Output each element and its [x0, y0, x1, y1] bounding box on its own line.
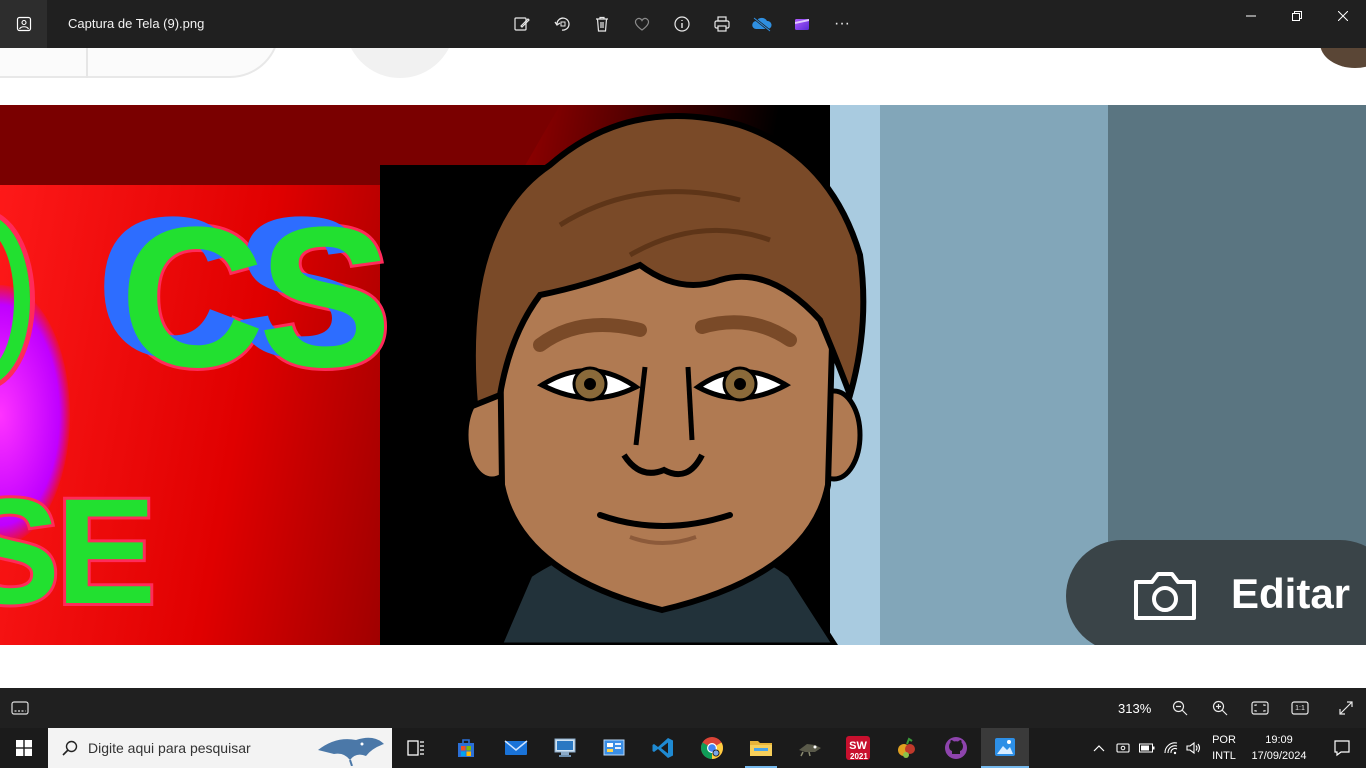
task-view-icon[interactable]	[392, 728, 440, 768]
solidworks-icon[interactable]: SW 2021	[834, 728, 882, 768]
camera-icon	[1132, 570, 1198, 627]
start-button[interactable]	[0, 728, 48, 768]
image-canvas[interactable]: CS SE Editar	[0, 48, 1366, 688]
remote-desktop-icon[interactable]	[541, 728, 589, 768]
onedrive-cloud-icon[interactable]	[742, 4, 782, 44]
search-icon	[60, 738, 80, 758]
system-clock[interactable]: 19:09 17/09/2024	[1244, 732, 1314, 764]
show-hidden-icons-chevron-icon[interactable]	[1088, 728, 1110, 768]
page-fragment-divider	[86, 48, 88, 78]
taskbar-search-box[interactable]: Digite aqui para pesquisar	[48, 728, 392, 768]
banner-se-text: SE	[0, 464, 159, 638]
profile-cover-banner: CS SE Editar	[0, 105, 1366, 645]
vscode-icon[interactable]	[639, 728, 687, 768]
window-controls	[1228, 0, 1366, 32]
game-app-icon[interactable]	[786, 728, 834, 768]
fit-to-window-icon[interactable]	[1248, 696, 1272, 720]
page-fragment-circle	[345, 48, 455, 78]
page-fragment-shape	[0, 48, 280, 78]
language-code: POR	[1212, 734, 1236, 746]
minimize-button[interactable]	[1228, 0, 1274, 32]
search-placeholder: Digite aqui para pesquisar	[88, 740, 251, 756]
chrome-icon[interactable]	[688, 728, 736, 768]
volume-icon[interactable]	[1183, 728, 1205, 768]
windows-taskbar: Digite aqui para pesquisar SW 2021 POR I…	[0, 728, 1366, 768]
bitmoji-avatar-illustration	[463, 113, 867, 645]
svg-text:SW: SW	[849, 740, 867, 752]
zoom-level: 313%	[1118, 701, 1152, 716]
page-fragment-avatar	[1320, 48, 1366, 68]
zoom-in-icon[interactable]	[1208, 696, 1232, 720]
window-title: Captura de Tela (9).png	[68, 16, 205, 31]
fruit-app-icon[interactable]	[883, 728, 931, 768]
solidworks-version-label: 2021	[850, 752, 868, 761]
fullscreen-icon[interactable]	[1334, 696, 1358, 720]
photos-app-icon[interactable]	[0, 0, 47, 48]
clock-date: 17/09/2024	[1251, 750, 1307, 762]
meet-now-icon[interactable]	[1112, 728, 1134, 768]
edit-cover-label: Editar	[1231, 570, 1351, 617]
clipchamp-video-icon[interactable]	[782, 4, 822, 44]
title-bar: Captura de Tela (9).png ···	[0, 0, 1366, 48]
wifi-icon[interactable]	[1160, 728, 1182, 768]
battery-icon[interactable]	[1136, 728, 1158, 768]
delete-icon[interactable]	[582, 4, 622, 44]
more-options-icon[interactable]: ···	[822, 4, 862, 44]
actual-size-label: 1:1	[1295, 704, 1305, 712]
file-explorer-icon[interactable]	[737, 728, 785, 768]
keyboard-layout: INTL	[1212, 750, 1236, 762]
github-desktop-icon[interactable]	[932, 728, 980, 768]
rotate-icon[interactable]	[542, 4, 582, 44]
microsoft-store-icon[interactable]	[442, 728, 490, 768]
info-icon[interactable]	[662, 4, 702, 44]
zoom-out-icon[interactable]	[1168, 696, 1192, 720]
banner-cs-text: CS	[117, 183, 395, 412]
control-panel-icon[interactable]	[590, 728, 638, 768]
notification-center-icon[interactable]	[1318, 728, 1366, 768]
windows-logo-icon	[16, 740, 32, 756]
edit-image-icon[interactable]	[502, 4, 542, 44]
close-button[interactable]	[1320, 0, 1366, 32]
viewer-toolbar: ···	[502, 4, 862, 44]
mail-icon[interactable]	[492, 728, 540, 768]
viewer-status-bar: 313% 1:1	[0, 688, 1366, 728]
search-highlight-art	[318, 737, 384, 766]
actual-size-icon[interactable]: 1:1	[1288, 696, 1312, 720]
input-language-indicator[interactable]: POR INTL	[1206, 732, 1242, 764]
filmstrip-toggle-icon[interactable]	[8, 698, 32, 718]
clock-time: 19:09	[1265, 734, 1293, 746]
photos-taskbar-icon[interactable]	[981, 728, 1029, 768]
favorite-heart-icon[interactable]	[622, 4, 662, 44]
edit-cover-button[interactable]: Editar	[1066, 540, 1366, 645]
print-icon[interactable]	[702, 4, 742, 44]
restore-button[interactable]	[1274, 0, 1320, 32]
